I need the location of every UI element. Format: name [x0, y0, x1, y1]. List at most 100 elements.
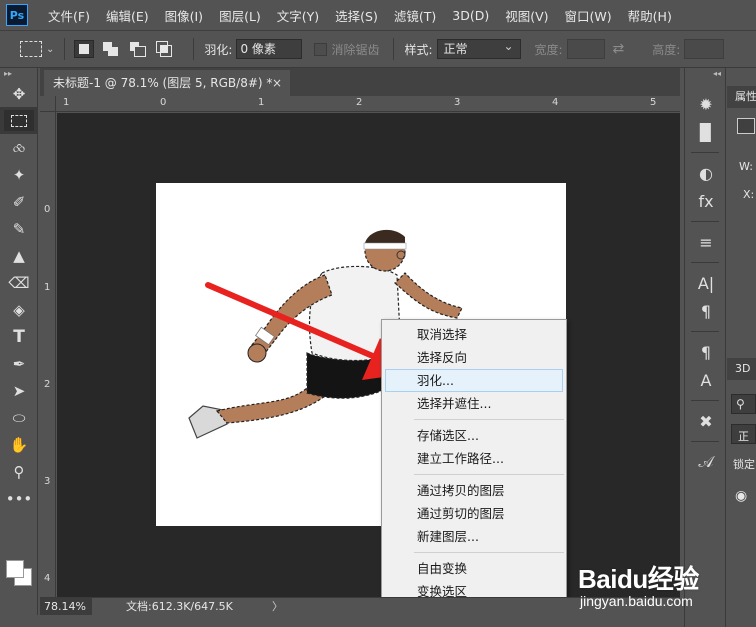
- menu-item-select-and-mask[interactable]: 选择并遮住...: [382, 392, 566, 415]
- eye-visibility-icon[interactable]: ◉: [735, 488, 747, 504]
- lasso-tool-icon[interactable]: ⧝: [0, 134, 38, 161]
- menu-edit[interactable]: 编辑(E): [106, 6, 149, 25]
- menu-item-free-transform[interactable]: 自由变换: [382, 557, 566, 580]
- properties-tab[interactable]: 属性: [727, 86, 756, 108]
- blend-mode-select[interactable]: 正: [731, 424, 756, 444]
- dock-divider: [691, 152, 719, 153]
- menu-item-feather[interactable]: 羽化...: [385, 369, 563, 392]
- options-bar: ⌄ 羽化: 0 像素 消除锯齿 样式: 正常 宽度: ⇄ 高度:: [0, 30, 756, 68]
- close-tab-icon[interactable]: ×: [272, 70, 282, 96]
- tab-3d[interactable]: 3D: [735, 362, 750, 375]
- menu-separator: [414, 552, 564, 553]
- dock-divider: [691, 262, 719, 263]
- magic-wand-tool-icon[interactable]: ✦: [0, 161, 38, 188]
- path-selection-tool-icon[interactable]: ➤: [0, 377, 38, 404]
- dock-divider: [691, 441, 719, 442]
- feather-label: 羽化:: [204, 42, 233, 57]
- canvas-workspace[interactable]: [57, 113, 680, 597]
- document-size-info: 文档:612.3K/647.5K: [126, 600, 233, 613]
- watermark-url: jingyan.baidu.com: [580, 593, 693, 609]
- menu-type[interactable]: 文字(Y): [277, 6, 319, 25]
- document-tab[interactable]: 未标题-1 @ 78.1% (图层 5, RGB/8#) * ×: [44, 70, 290, 96]
- type-tool-icon[interactable]: T: [0, 323, 38, 350]
- rectangular-marquee-tool-icon[interactable]: [0, 107, 38, 134]
- menu-item-select-inverse[interactable]: 选择反向: [382, 346, 566, 369]
- styles-fx-icon[interactable]: fx: [685, 187, 727, 215]
- menu-window[interactable]: 窗口(W): [565, 6, 612, 25]
- paragraph-icon[interactable]: ¶: [685, 297, 727, 325]
- menu-3d[interactable]: 3D(D): [452, 8, 489, 23]
- menu-view[interactable]: 视图(V): [505, 6, 548, 25]
- collapse-dock-icon[interactable]: ◂◂: [685, 68, 725, 80]
- lock-label: 锁定: [733, 458, 755, 471]
- move-tool-icon[interactable]: ✥: [0, 80, 38, 107]
- zoom-tool-icon[interactable]: ⚲: [0, 458, 38, 485]
- menu-item-layer-via-cut[interactable]: 通过剪切的图层: [382, 502, 566, 525]
- feather-input[interactable]: 0 像素: [236, 39, 303, 59]
- divider: [64, 38, 66, 60]
- menu-item-deselect[interactable]: 取消选择: [382, 323, 566, 346]
- chevron-down-icon[interactable]: ⌄: [46, 44, 54, 55]
- menu-help[interactable]: 帮助(H): [628, 6, 672, 25]
- hand-tool-icon[interactable]: ✋: [0, 431, 38, 458]
- bottom-strip: [0, 615, 756, 627]
- foreground-color-swatch[interactable]: [6, 560, 24, 578]
- glyphs-icon[interactable]: 𝒜: [685, 448, 727, 476]
- menu-item-save-selection[interactable]: 存储选区...: [382, 424, 566, 447]
- status-menu-arrow-icon[interactable]: 〉: [272, 598, 283, 615]
- new-selection-mode-button[interactable]: [74, 40, 95, 58]
- ruler-label: 1: [44, 282, 51, 293]
- menu-item-make-work-path[interactable]: 建立工作路径...: [382, 447, 566, 470]
- ruler-label: 3: [44, 476, 51, 487]
- more-tools-icon[interactable]: •••: [0, 485, 38, 512]
- tools-panel: ▸▸ ✥ ⧝ ✦ ✐ ✎ ▲ ⌫ ◈ T ✒ ➤ ⬭ ✋ ⚲ •••: [0, 68, 38, 627]
- ruler-label: 3: [454, 97, 461, 108]
- dock-divider: [691, 400, 719, 401]
- adjustments-icon[interactable]: ◐: [685, 159, 727, 187]
- width-input[interactable]: [566, 39, 605, 59]
- x-field-label: X:: [743, 188, 755, 201]
- navigator-icon[interactable]: ✹: [685, 90, 727, 118]
- height-input[interactable]: [684, 39, 725, 59]
- paragraph-styles-icon[interactable]: ¶: [685, 338, 727, 366]
- stamp-tool-icon[interactable]: ▲: [0, 242, 38, 269]
- ellipse-tool-icon[interactable]: ⬭: [0, 404, 38, 431]
- layer-search-icon[interactable]: ⚲: [731, 394, 756, 414]
- intersect-selection-mode-button[interactable]: [156, 41, 174, 57]
- menu-image[interactable]: 图像(I): [165, 6, 203, 25]
- menu-select[interactable]: 选择(S): [335, 6, 378, 25]
- clone-source-icon[interactable]: ≡: [685, 228, 727, 256]
- menu-item-new-layer[interactable]: 新建图层...: [382, 525, 566, 548]
- eraser-tool-icon[interactable]: ⌫: [0, 269, 38, 296]
- eyedropper-tool-icon[interactable]: ✐: [0, 188, 38, 215]
- swap-dimensions-icon[interactable]: ⇄: [613, 41, 625, 57]
- antialias-checkbox[interactable]: [314, 42, 328, 56]
- collapse-panel-icon[interactable]: ▸▸: [0, 68, 37, 80]
- menu-item-layer-via-copy[interactable]: 通过拷贝的图层: [382, 479, 566, 502]
- ruler-label: 1: [258, 97, 265, 108]
- character-styles-icon[interactable]: A: [685, 366, 727, 394]
- ruler-label: 4: [552, 97, 559, 108]
- tool-presets-icon[interactable]: ✖: [685, 407, 727, 435]
- character-icon[interactable]: A|: [685, 269, 727, 297]
- document-tab-bar: 未标题-1 @ 78.1% (图层 5, RGB/8#) * ×: [40, 68, 680, 96]
- ruler-label: 0: [160, 97, 167, 108]
- height-label: 高度:: [652, 42, 681, 57]
- ruler-label: 4: [44, 573, 51, 584]
- add-selection-mode-button[interactable]: [102, 41, 120, 57]
- menu-filter[interactable]: 滤镜(T): [394, 6, 436, 25]
- style-select[interactable]: 正常: [436, 37, 521, 59]
- blend-mode-value: 正: [738, 430, 749, 443]
- subtract-selection-mode-button[interactable]: [129, 41, 147, 57]
- menu-file[interactable]: 文件(F): [48, 6, 90, 25]
- brush-tool-icon[interactable]: ✎: [0, 215, 38, 242]
- ruler-origin[interactable]: [40, 96, 56, 112]
- zoom-level-field[interactable]: 78.14%: [40, 598, 92, 615]
- menu-layer[interactable]: 图层(L): [219, 6, 261, 25]
- horizontal-ruler[interactable]: 1 0 1 2 3 4 5: [56, 96, 680, 112]
- pen-tool-icon[interactable]: ✒: [0, 350, 38, 377]
- paint-bucket-tool-icon[interactable]: ◈: [0, 296, 38, 323]
- histogram-icon[interactable]: ▉: [685, 118, 727, 146]
- vertical-ruler[interactable]: 0 1 2 3 4: [40, 112, 56, 597]
- tool-preset-marquee-icon[interactable]: [20, 41, 42, 57]
